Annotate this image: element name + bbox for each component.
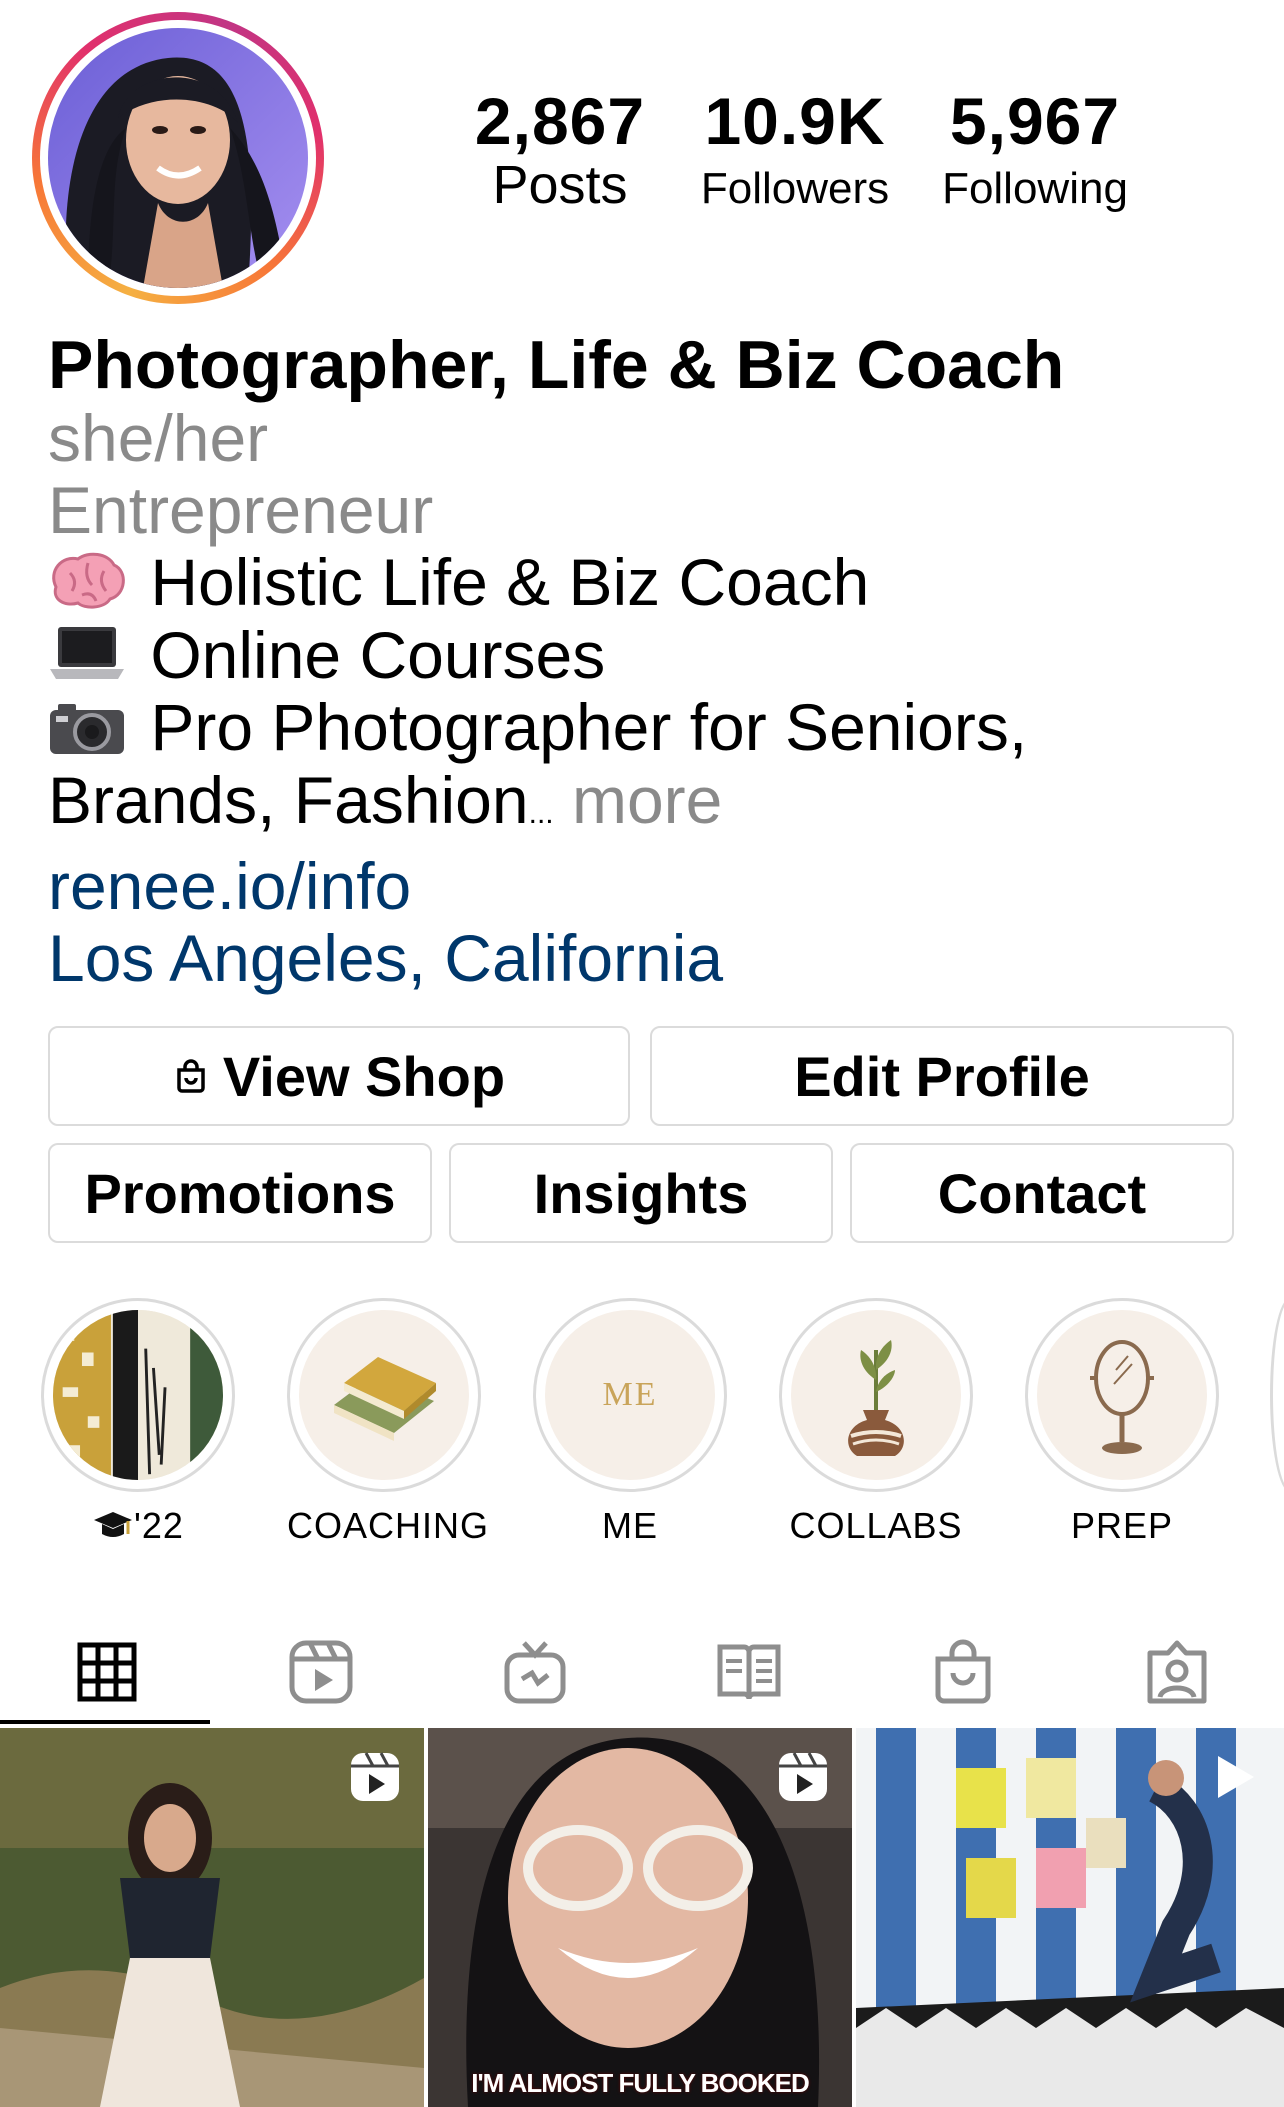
camera-icon xyxy=(48,696,132,758)
following-count: 5,967 xyxy=(949,84,1121,158)
more-link[interactable]: more xyxy=(572,763,722,837)
post-tile[interactable] xyxy=(0,1728,424,2107)
post-tile[interactable]: I'M ALMOST FULLY BOOKED xyxy=(428,1728,852,2107)
highlight-me[interactable]: ME ME xyxy=(533,1298,727,1548)
promotions-button[interactable]: Promotions xyxy=(48,1143,432,1243)
highlight-coaching[interactable]: COACHING xyxy=(287,1298,490,1548)
highlight-cover xyxy=(1037,1310,1207,1480)
highlight-cover-text: ME xyxy=(602,1376,658,1413)
highlight-label: '22 xyxy=(134,1505,184,1546)
location-link[interactable]: Los Angeles, California xyxy=(48,922,1258,994)
tab-grid[interactable] xyxy=(0,1620,214,1724)
insights-label: Insights xyxy=(533,1161,749,1225)
video-play-icon xyxy=(1218,1756,1254,1798)
highlight-22[interactable]: '22 xyxy=(41,1298,235,1548)
plant-vase-icon xyxy=(848,1340,904,1456)
mirror-icon xyxy=(1090,1340,1154,1454)
promotions-label: Promotions xyxy=(84,1161,396,1225)
tab-shop[interactable] xyxy=(856,1620,1070,1724)
profile-tab-bar xyxy=(0,1620,1284,1724)
category-label: Entrepreneur xyxy=(48,473,434,547)
bio-line: Holistic Life & Biz Coach xyxy=(48,546,1258,619)
abstract-art-icon xyxy=(53,1310,223,1480)
bio-line-text: Holistic Life & Biz Coach xyxy=(150,545,870,619)
bio-continuation: Brands, Fashion xyxy=(48,762,529,837)
active-tab-indicator xyxy=(0,1720,210,1724)
tab-guides[interactable] xyxy=(642,1620,856,1724)
contact-button[interactable]: Contact xyxy=(850,1143,1234,1243)
stat-posts: 2,867 Posts xyxy=(440,84,680,212)
guides-icon xyxy=(717,1644,781,1700)
tab-tagged[interactable] xyxy=(1070,1620,1284,1724)
grid-icon xyxy=(77,1642,137,1702)
stat-followers[interactable]: 10.9K Followers xyxy=(680,84,910,220)
profile-name: Photographer, Life & Biz Coach xyxy=(48,327,1065,403)
highlight-label: ME xyxy=(602,1505,658,1546)
shop-icon xyxy=(935,1639,991,1704)
bio-line: Online Courses xyxy=(48,619,1258,692)
avatar xyxy=(48,28,308,288)
following-label: Following xyxy=(942,164,1128,213)
stat-following[interactable]: 5,967 Following xyxy=(910,84,1160,220)
highlight-label: PREP xyxy=(1070,1505,1174,1546)
followers-count: 10.9K xyxy=(704,84,886,158)
edit-profile-label: Edit Profile xyxy=(794,1044,1090,1108)
profile-stats: 2,867 Posts 10.9K Followers 5,967 Follow… xyxy=(440,84,1180,234)
highlight-label: COACHING xyxy=(287,1505,490,1546)
highlight-collabs[interactable]: COLLABS xyxy=(779,1298,973,1548)
contact-label: Contact xyxy=(937,1161,1147,1225)
posts-count: 2,867 xyxy=(474,84,646,158)
highlight-cover xyxy=(791,1310,961,1480)
bio-line-text: Online Courses xyxy=(150,617,606,692)
profile-avatar-story-ring[interactable] xyxy=(32,12,324,304)
view-shop-button[interactable]: View Shop xyxy=(48,1026,630,1126)
shopping-bag-icon xyxy=(177,1059,205,1093)
tab-igtv[interactable] xyxy=(428,1620,642,1724)
highlight-label: COLLABS xyxy=(789,1505,963,1546)
tagged-icon xyxy=(1147,1640,1207,1704)
bio-ellipsis: ... xyxy=(528,796,554,830)
book-icon xyxy=(334,1357,436,1441)
highlight-prep[interactable]: PREP xyxy=(1025,1298,1219,1548)
website-link[interactable]: renee.io/info xyxy=(48,850,1258,922)
bio-line: Pro Photographer for Seniors, xyxy=(48,691,1258,764)
bio-line-text: Pro Photographer for Seniors, xyxy=(150,690,1028,765)
highlight-cover xyxy=(53,1310,223,1480)
highlight-cover: ME xyxy=(545,1310,715,1480)
insights-button[interactable]: Insights xyxy=(449,1143,833,1243)
post-caption: I'M ALMOST FULLY BOOKED xyxy=(471,2068,810,2098)
graduation-cap-icon xyxy=(94,1512,133,1537)
pronouns: she/her xyxy=(48,401,269,475)
reels-icon xyxy=(289,1640,353,1704)
post-tile[interactable] xyxy=(856,1728,1284,2107)
posts-label: Posts xyxy=(492,155,628,215)
followers-label: Followers xyxy=(700,164,890,213)
edit-profile-button[interactable]: Edit Profile xyxy=(650,1026,1234,1126)
profile-bio: Photographer, Life & Biz Coach she/her E… xyxy=(48,328,1258,994)
tab-reels[interactable] xyxy=(214,1620,428,1724)
laptop-icon xyxy=(48,623,132,685)
highlight-partial[interactable] xyxy=(1270,1298,1284,1492)
reels-badge-icon xyxy=(351,1752,399,1801)
bio-line: Brands, Fashion... more xyxy=(48,764,1258,850)
igtv-icon xyxy=(504,1641,566,1704)
reels-badge-icon xyxy=(779,1752,827,1801)
highlight-cover xyxy=(299,1310,469,1480)
avatar-photo xyxy=(48,28,308,288)
view-shop-label: View Shop xyxy=(222,1044,506,1108)
brain-icon xyxy=(48,551,132,613)
